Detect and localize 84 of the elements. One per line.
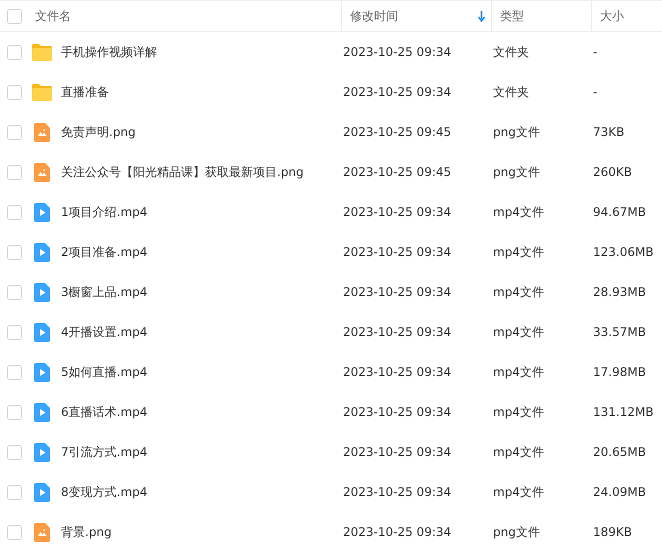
file-type: mp4文件: [493, 284, 544, 298]
file-name[interactable]: 1项目介绍.mp4: [61, 204, 148, 220]
file-name[interactable]: 4开播设置.mp4: [61, 324, 148, 340]
file-size: -: [593, 85, 598, 99]
file-name[interactable]: 5如何直播.mp4: [61, 364, 148, 380]
file-type: png文件: [493, 164, 540, 178]
video-file-icon: [32, 202, 52, 222]
modified-time: 2023-10-25 09:34: [343, 405, 452, 419]
modified-time: 2023-10-25 09:34: [343, 245, 452, 259]
modified-time: 2023-10-25 09:34: [343, 285, 452, 299]
row-checkbox[interactable]: [7, 44, 22, 60]
file-size: 17.98MB: [593, 365, 646, 379]
file-type: 文件夹: [493, 44, 529, 58]
row-checkbox[interactable]: [7, 484, 22, 500]
file-size: 260KB: [593, 165, 632, 179]
row-checkbox[interactable]: [7, 244, 22, 260]
file-type: png文件: [493, 124, 540, 138]
modified-time: 2023-10-25 09:34: [343, 445, 452, 459]
modified-time: 2023-10-25 09:34: [343, 85, 452, 99]
file-size: 20.65MB: [593, 445, 646, 459]
modified-time: 2023-10-25 09:34: [343, 205, 452, 219]
file-size: 189KB: [593, 525, 632, 539]
file-size: 33.57MB: [593, 325, 646, 339]
file-name[interactable]: 2项目准备.mp4: [61, 244, 148, 260]
row-checkbox[interactable]: [7, 124, 22, 140]
video-file-icon: [32, 442, 52, 462]
file-type: mp4文件: [493, 404, 544, 418]
sort-arrow-icon[interactable]: [478, 10, 485, 22]
file-type: png文件: [493, 524, 540, 538]
column-header[interactable]: 类型: [491, 1, 591, 31]
file-name[interactable]: 3橱窗上品.mp4: [61, 284, 148, 300]
file-type: mp4文件: [493, 244, 544, 258]
column-header[interactable]: 大小: [591, 1, 662, 31]
modified-time: 2023-10-25 09:45: [343, 125, 452, 139]
file-type: mp4文件: [493, 324, 544, 338]
file-type: mp4文件: [493, 204, 544, 218]
row-checkbox[interactable]: [7, 444, 22, 460]
row-checkbox[interactable]: [7, 204, 22, 220]
modified-time: 2023-10-25 09:34: [343, 325, 452, 339]
file-size: 24.09MB: [593, 485, 646, 499]
video-file-icon: [32, 282, 52, 302]
file-name[interactable]: 8变现方式.mp4: [61, 484, 148, 500]
file-name[interactable]: 6直播话术.mp4: [61, 404, 148, 420]
file-name[interactable]: 免责声明.png: [61, 124, 136, 140]
row-checkbox[interactable]: [7, 284, 22, 300]
modified-time: 2023-10-25 09:34: [343, 365, 452, 379]
video-file-icon: [32, 482, 52, 502]
modified-time: 2023-10-25 09:34: [343, 485, 452, 499]
folder-icon: [32, 44, 52, 60]
file-size: 123.06MB: [593, 245, 654, 259]
file-type: 文件夹: [493, 84, 529, 98]
video-file-icon: [32, 402, 52, 422]
file-size: -: [593, 45, 598, 59]
folder-icon: [32, 84, 52, 100]
modified-time: 2023-10-25 09:34: [343, 45, 452, 59]
row-checkbox[interactable]: [7, 84, 22, 100]
file-name[interactable]: 手机操作视频详解: [61, 44, 157, 60]
file-type: mp4文件: [493, 364, 544, 378]
file-type: mp4文件: [493, 484, 544, 498]
row-checkbox[interactable]: [7, 324, 22, 340]
image-file-icon: [32, 162, 52, 182]
image-file-icon: [32, 522, 52, 542]
video-file-icon: [32, 242, 52, 262]
row-checkbox[interactable]: [7, 404, 22, 420]
video-file-icon: [32, 322, 52, 342]
file-name[interactable]: 关注公众号【阳光精品课】获取最新项目.png: [61, 164, 304, 180]
file-type: mp4文件: [493, 444, 544, 458]
image-file-icon: [32, 122, 52, 142]
file-size: 131.12MB: [593, 405, 654, 419]
row-checkbox[interactable]: [7, 364, 22, 380]
row-checkbox[interactable]: [7, 164, 22, 180]
video-file-icon: [32, 362, 52, 382]
column-header[interactable]: 文件名: [29, 1, 341, 31]
select-all-checkbox[interactable]: [7, 8, 22, 24]
row-checkbox[interactable]: [7, 524, 22, 540]
file-size: 94.67MB: [593, 205, 646, 219]
modified-time: 2023-10-25 09:34: [343, 525, 452, 539]
file-name[interactable]: 背景.png: [61, 524, 112, 540]
file-size: 28.93MB: [593, 285, 646, 299]
column-header[interactable]: 修改时间: [341, 1, 491, 31]
modified-time: 2023-10-25 09:45: [343, 165, 452, 179]
file-size: 73KB: [593, 125, 624, 139]
file-name[interactable]: 7引流方式.mp4: [61, 444, 148, 460]
file-name[interactable]: 直播准备: [61, 84, 109, 100]
